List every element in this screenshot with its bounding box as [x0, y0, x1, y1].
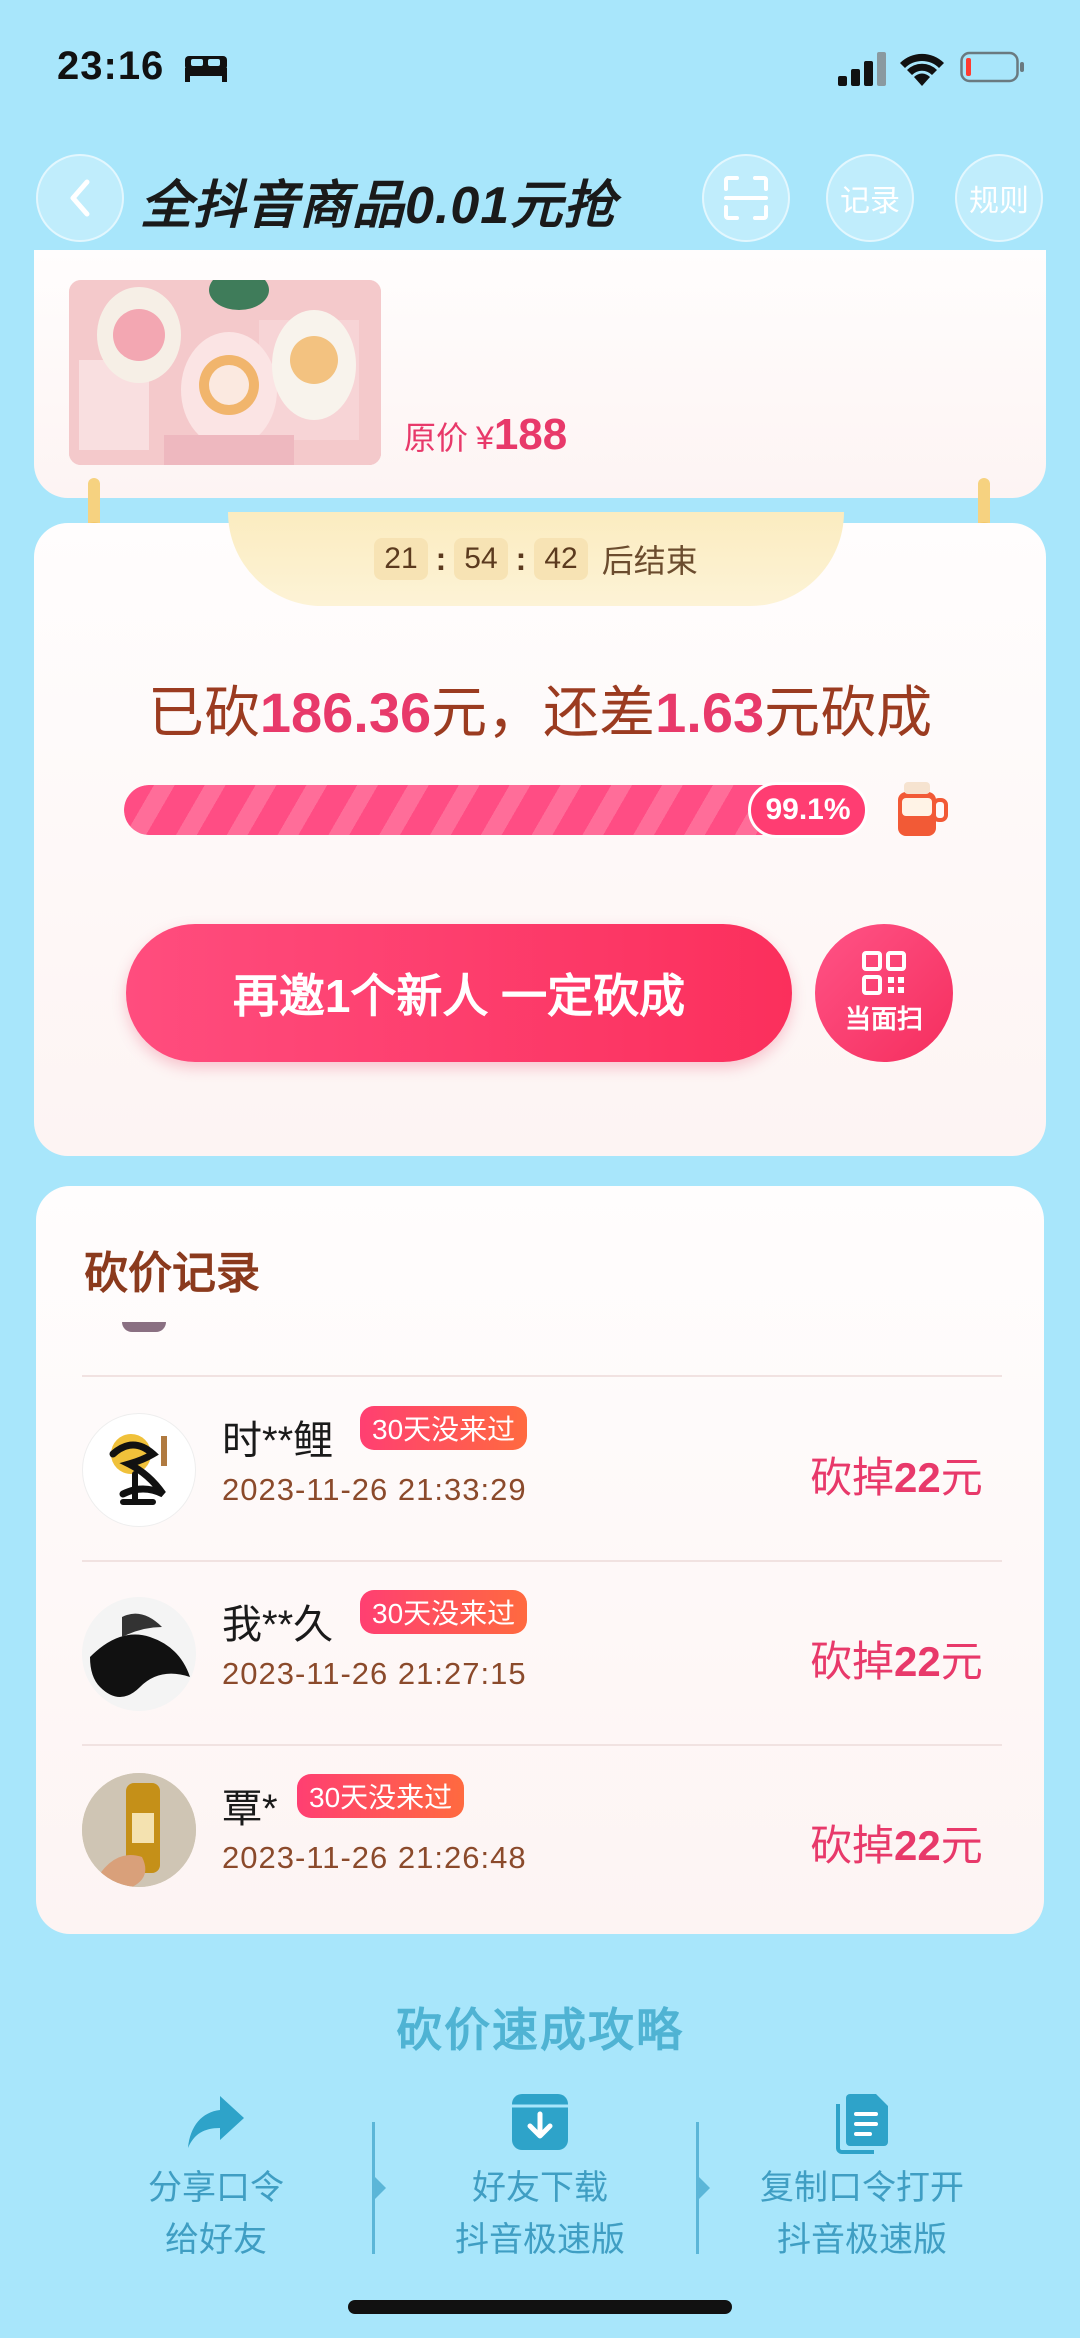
tip-step-line2: 抖音极速版 — [455, 2221, 625, 2259]
photo-avatar-image — [82, 1773, 196, 1887]
status-time: 23:16 — [57, 44, 165, 88]
back-button[interactable] — [36, 154, 124, 242]
timer-minutes: 54 — [454, 538, 508, 580]
divider — [82, 1560, 1002, 1562]
inactive-badge: 30天没来过 — [297, 1774, 465, 1818]
divider — [82, 1744, 1002, 1746]
timer-separator: : — [435, 540, 447, 577]
sleep-mode-icon — [185, 56, 227, 82]
progress-percent: 99.1% — [748, 782, 868, 838]
face-to-face-scan-label: 当面扫 — [844, 1003, 923, 1034]
download-icon — [512, 2094, 568, 2150]
amount-suffix: 元 — [940, 1454, 983, 1501]
amount-prefix: 砍掉 — [810, 1638, 895, 1685]
cut-summary: 已砍186.36元，还差1.63元砍成 — [0, 668, 1080, 749]
original-price-label: 原价 — [404, 420, 469, 456]
chevron-left-icon — [70, 179, 90, 217]
ink-avatar-image — [90, 1613, 190, 1697]
scan-button[interactable] — [702, 154, 790, 242]
summary-suffix: 元砍成 — [764, 681, 933, 744]
avatar[interactable] — [82, 1773, 196, 1887]
tip-step-line2: 抖音极速版 — [777, 2221, 947, 2259]
tip-step-line1: 分享口令 — [148, 2169, 284, 2207]
avatar[interactable] — [82, 1413, 196, 1527]
amount-suffix: 元 — [940, 1822, 983, 1869]
records-title: 砍价记录 — [84, 1249, 260, 1298]
avatar[interactable] — [82, 1597, 196, 1711]
record-time: 2023-11-26 21:26:48 — [222, 1840, 527, 1875]
summary-prefix: 已砍 — [147, 681, 260, 744]
record-amount: 砍掉22元 — [810, 1812, 983, 1873]
record-time: 2023-11-26 21:27:15 — [222, 1656, 527, 1691]
currency-symbol: ¥ — [476, 420, 494, 456]
amount-suffix: 元 — [940, 1638, 983, 1685]
avatar — [122, 1322, 166, 1332]
record-time: 2023-11-26 21:33:29 — [222, 1472, 527, 1507]
tip-step-download: 好友下载 抖音极速版 — [380, 2090, 700, 2266]
tip-step-line1: 好友下载 — [472, 2169, 608, 2207]
divider — [82, 1375, 1002, 1377]
product-image[interactable] — [69, 280, 381, 465]
amount-value: 22 — [894, 1454, 941, 1501]
record-amount: 砍掉22元 — [810, 1444, 983, 1505]
tip-step-open-app: 复制口令打开 抖音极速版 — [702, 2090, 1022, 2266]
home-indicator — [348, 2300, 732, 2314]
battery-low-icon — [960, 51, 1024, 83]
amount-prefix: 砍掉 — [810, 1454, 895, 1501]
amount-prefix: 砍掉 — [810, 1822, 895, 1869]
document-icon — [836, 2094, 888, 2154]
record-button[interactable]: 记录 — [826, 154, 914, 242]
page-title: 全抖音商品0.01元抢 — [140, 177, 617, 235]
face-to-face-scan-button[interactable]: 当面扫 — [815, 924, 953, 1062]
tips-title: 砍价速成攻略 — [396, 2004, 684, 2056]
timer-suffix: 后结束 — [601, 543, 698, 579]
record-user-name: 我**久 — [222, 1603, 334, 1647]
countdown-timer: 21 : 54 : 42 后结束 — [228, 512, 844, 606]
product-photo — [69, 280, 381, 465]
summary-middle: 元，还差 — [431, 681, 656, 744]
amount-value: 22 — [894, 1822, 941, 1869]
original-price: 原价 ¥188 — [404, 410, 567, 460]
inactive-badge: 30天没来过 — [360, 1406, 528, 1450]
cut-amount: 186.36 — [259, 681, 432, 744]
prize-thermos-icon — [898, 782, 948, 836]
record-amount: 砍掉22元 — [810, 1628, 983, 1689]
record-user-name: 覃* — [222, 1787, 278, 1831]
original-price-value: 188 — [493, 410, 568, 459]
share-icon — [188, 2096, 244, 2148]
rules-button[interactable]: 规则 — [955, 154, 1043, 242]
calligraphy-avatar-image — [109, 1434, 167, 1505]
amount-value: 22 — [894, 1638, 941, 1685]
timer-separator: : — [515, 540, 527, 577]
timer-seconds: 42 — [534, 538, 588, 580]
cellular-signal-icon — [838, 52, 886, 86]
tip-step-share: 分享口令 给好友 — [56, 2090, 376, 2266]
record-user-name: 时**鲤 — [222, 1419, 334, 1463]
wifi-icon — [900, 53, 944, 86]
tip-step-line2: 给好友 — [165, 2221, 267, 2259]
remaining-amount: 1.63 — [655, 681, 765, 744]
qr-code-icon — [862, 950, 906, 995]
inactive-badge: 30天没来过 — [360, 1590, 528, 1634]
scan-icon — [724, 176, 768, 220]
timer-hours: 21 — [374, 538, 428, 580]
tip-step-line1: 复制口令打开 — [760, 2169, 964, 2207]
invite-new-user-button[interactable]: 再邀1个新人 一定砍成 — [126, 924, 792, 1062]
